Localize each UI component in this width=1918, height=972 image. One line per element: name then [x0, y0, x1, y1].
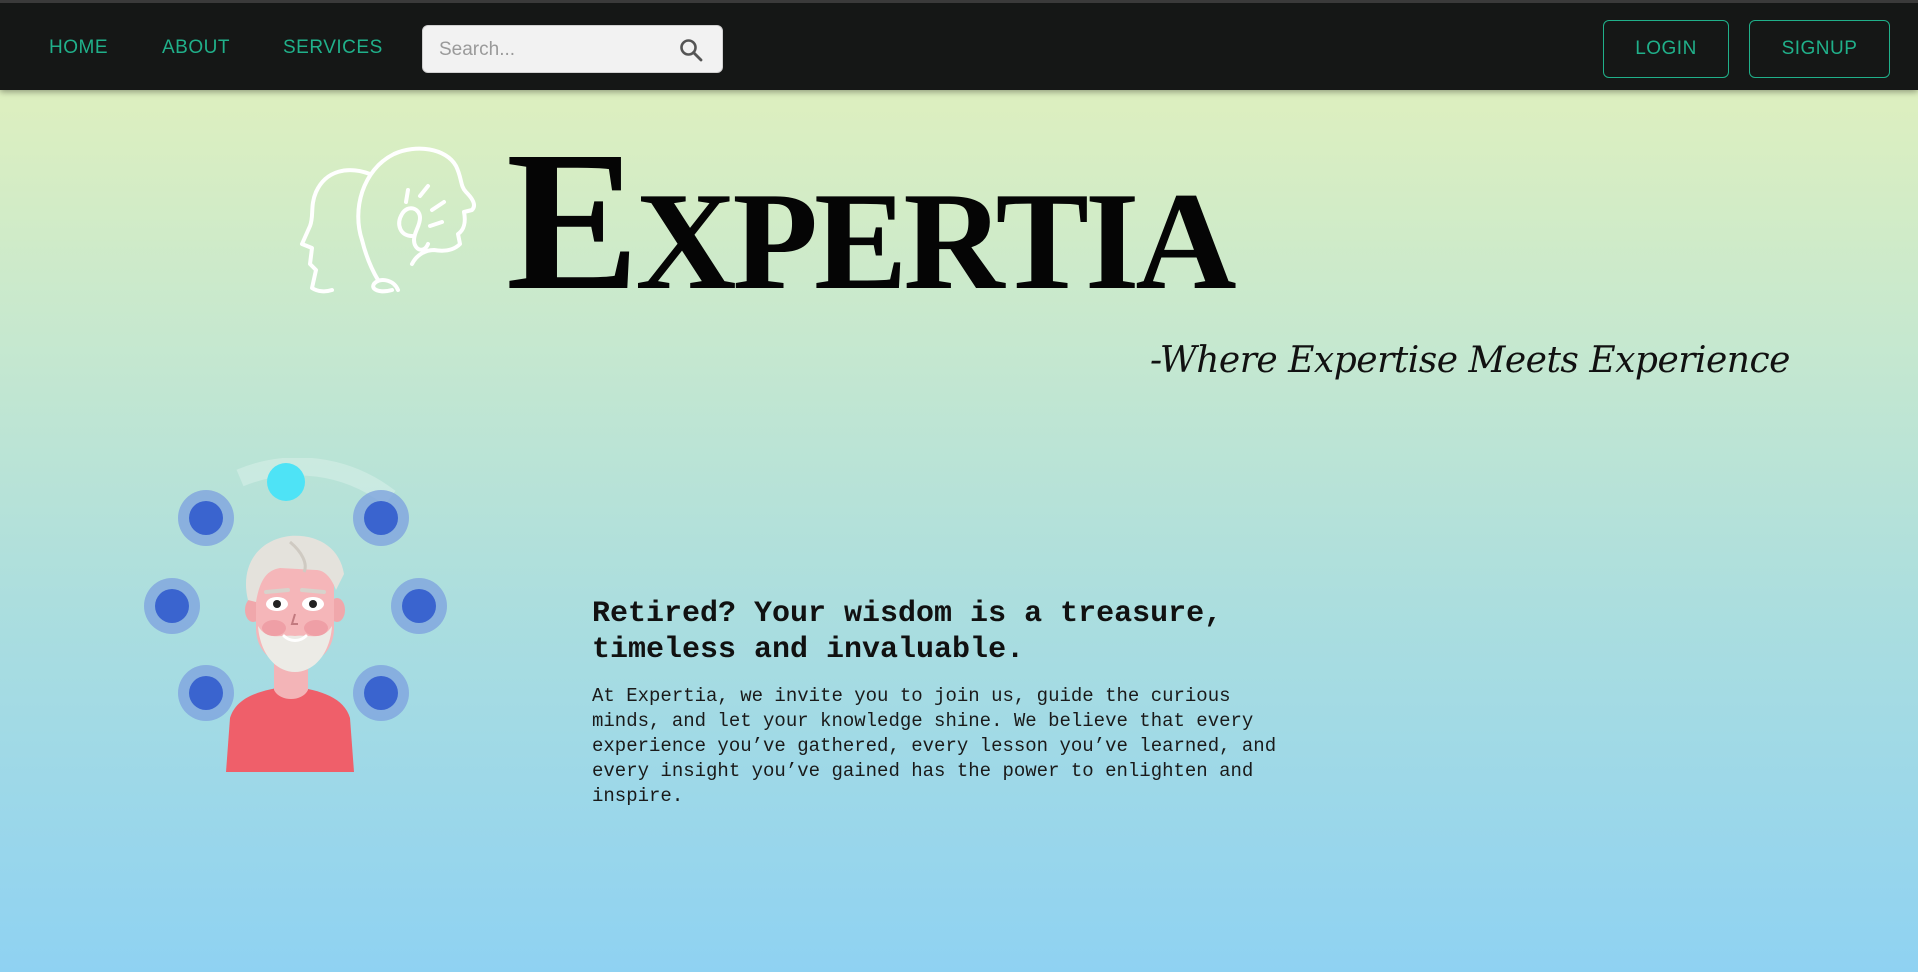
head-lightbulb-icon	[296, 140, 482, 306]
nav-services-link[interactable]: SERVICES	[283, 37, 383, 59]
tagline: -Where Expertise Meets Experience	[1150, 340, 1790, 381]
login-button[interactable]: LOGIN	[1603, 20, 1729, 78]
search-icon[interactable]	[678, 37, 704, 63]
navbar: HOME ABOUT SERVICES LOGIN SIGNUP	[0, 0, 1918, 90]
signup-button[interactable]: SIGNUP	[1749, 20, 1890, 78]
nav-home-link[interactable]: HOME	[49, 37, 108, 59]
elderly-man-illustration	[140, 457, 450, 772]
intro-headline: Retired? Your wisdom is a treasure, time…	[592, 597, 1223, 667]
brand-title: Expertia	[506, 111, 1237, 332]
search-box	[422, 25, 723, 73]
intro-description: At Expertia, we invite you to join us, g…	[592, 685, 1277, 807]
search-input[interactable]	[439, 37, 669, 63]
nav-about-link[interactable]: ABOUT	[162, 37, 230, 59]
